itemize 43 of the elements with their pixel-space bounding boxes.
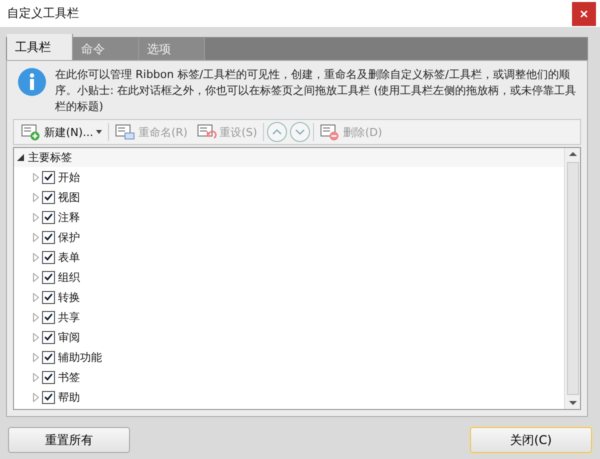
remove-page-icon bbox=[320, 123, 340, 141]
chevron-up-icon bbox=[272, 129, 282, 135]
close-icon bbox=[580, 10, 588, 18]
tree-item-label[interactable]: 审阅 bbox=[58, 330, 80, 344]
checkbox[interactable] bbox=[42, 330, 55, 344]
new-button[interactable]: 新建(N)... bbox=[18, 121, 106, 143]
checkbox[interactable] bbox=[42, 370, 55, 384]
add-page-icon bbox=[21, 123, 41, 141]
tree-item-label[interactable]: 视图 bbox=[58, 190, 80, 204]
chevron-down-icon bbox=[295, 129, 306, 135]
tree-item-label[interactable]: 组织 bbox=[58, 270, 80, 284]
info-icon bbox=[17, 67, 47, 97]
window-title: 自定义工具栏 bbox=[7, 5, 79, 22]
checkbox[interactable] bbox=[42, 230, 55, 244]
reset-all-button[interactable]: 重置所有 bbox=[8, 427, 130, 453]
tree-item-label[interactable]: 保护 bbox=[58, 230, 80, 244]
tree-item-label[interactable]: 开始 bbox=[58, 170, 80, 184]
checkbox[interactable] bbox=[42, 210, 55, 224]
scrollbar-thumb[interactable] bbox=[566, 162, 578, 395]
close-dialog-button[interactable]: 关闭(C) bbox=[470, 427, 592, 453]
checkbox[interactable] bbox=[42, 270, 55, 284]
undo-page-icon bbox=[196, 123, 217, 141]
checkbox[interactable] bbox=[42, 170, 55, 184]
tree-item-label[interactable]: 转换 bbox=[58, 290, 80, 304]
checkbox[interactable] bbox=[42, 250, 55, 264]
checkbox[interactable] bbox=[42, 290, 55, 304]
tree-item-label[interactable]: 书签 bbox=[58, 370, 80, 384]
tree-item-label[interactable]: 共享 bbox=[58, 310, 80, 324]
tree-item-label[interactable]: 帮助 bbox=[58, 390, 80, 404]
checkbox[interactable] bbox=[42, 310, 55, 324]
expand-arrow-icon[interactable] bbox=[17, 154, 24, 161]
checkbox[interactable] bbox=[42, 350, 55, 364]
caret-icon bbox=[96, 130, 102, 134]
tree-item-label[interactable]: 辅助功能 bbox=[58, 350, 102, 364]
info-text: 在此你可以管理 Ribbon 标签/工具栏的可见性，创建，重命名及删除自定义标签/工具栏，或调整他们的顺序。小贴士: 在此对话框之外，你也可以在标签页之间拖放工具栏 (使用工具栏左侧的拖放柄，或未停靠工具栏的标题) bbox=[55, 67, 577, 115]
tree-item-label[interactable]: 注释 bbox=[58, 210, 80, 224]
checkbox[interactable] bbox=[42, 190, 55, 204]
tab[interactable]: 工具栏 bbox=[7, 34, 73, 60]
checkbox[interactable] bbox=[42, 390, 55, 404]
tree-group-label[interactable]: 主要标签 bbox=[28, 150, 72, 165]
tree-item-label[interactable]: 表单 bbox=[58, 250, 80, 264]
close-button[interactable] bbox=[572, 2, 596, 26]
rename-page-icon bbox=[115, 123, 136, 141]
